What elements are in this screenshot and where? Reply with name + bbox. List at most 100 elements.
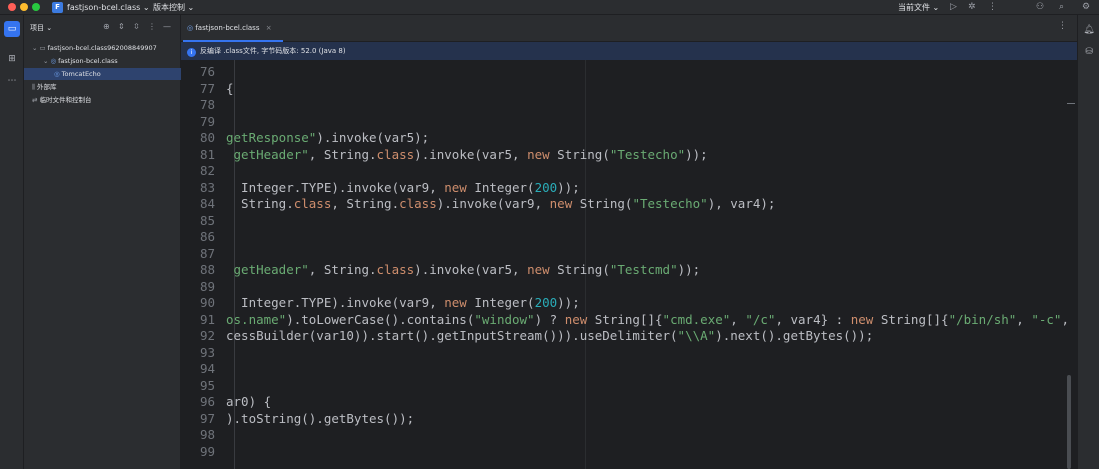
code-line[interactable]: 94 <box>181 361 1077 378</box>
line-number: 97 <box>199 410 215 426</box>
right-tool-strip: 🔔︎ ⛁ <box>1077 15 1099 469</box>
code-line[interactable]: 82 <box>181 163 1077 180</box>
code-line[interactable]: 76 <box>181 64 1077 81</box>
notifications-bell-icon[interactable]: 🔔︎ <box>1082 23 1096 37</box>
chevron-down-icon[interactable]: ⌄ <box>32 42 37 54</box>
code-line[interactable]: 88 getHeader", String.class).invoke(var5… <box>181 262 1077 279</box>
code-line[interactable]: 83 Integer.TYPE).invoke(var9, new Intege… <box>181 180 1077 197</box>
code-line[interactable]: 95 <box>181 378 1077 395</box>
code-line[interactable]: 92 cessBuilder(var10)).start().getInputSt… <box>181 328 1077 345</box>
structure-icon[interactable]: ⊞ <box>4 51 20 67</box>
line-number: 85 <box>199 212 215 228</box>
project-selector[interactable]: fastjson-bcel.class ⌄ <box>67 2 150 13</box>
search-icon[interactable]: ⌕ <box>1059 1 1064 13</box>
code-line[interactable]: 98 <box>181 427 1077 444</box>
tree-item[interactable]: ⫼ 外部库 <box>24 81 181 93</box>
code-line[interactable]: 86 <box>181 229 1077 246</box>
expand-icon[interactable]: ⇕ <box>118 22 125 31</box>
code-line[interactable]: 97 ).toString().getBytes()); <box>181 411 1077 428</box>
code-text: getResponse").invoke(var5); <box>226 130 430 145</box>
tab-options-icon[interactable]: ⋮ <box>1058 21 1067 31</box>
code-line[interactable]: 87 <box>181 246 1077 263</box>
code-line[interactable]: 81 getHeader", String.class).invoke(var5… <box>181 147 1077 164</box>
code-line[interactable]: 99 <box>181 444 1077 461</box>
code-line[interactable]: 84 String.class, String.class).invoke(va… <box>181 196 1077 213</box>
line-number: 83 <box>199 179 215 195</box>
library-icon: ⫼ <box>32 83 35 91</box>
code-text: os.name").toLowerCase().contains("window… <box>226 311 1069 327</box>
add-user-icon[interactable]: ⚇ <box>1036 1 1044 13</box>
project-panel-header[interactable]: 项目 ⌄ <box>30 23 52 33</box>
line-number: 84 <box>199 196 215 211</box>
code-text: cessBuilder(var10)).start().getInputStre… <box>226 328 874 343</box>
decompiled-notice-text: 反编译 .class文件, 字节码版本: 52.0 (Java 8) <box>200 47 346 55</box>
project-badge-icon: F <box>52 2 63 13</box>
code-line[interactable]: 80 getResponse").invoke(var5); <box>181 130 1077 147</box>
line-number: 98 <box>199 427 215 442</box>
vertical-scrollbar[interactable] <box>1067 375 1071 469</box>
line-number: 96 <box>199 394 215 409</box>
run-config-label: 当前文件 <box>898 3 930 12</box>
options-icon[interactable]: ⋮ <box>148 22 156 31</box>
run-config-selector[interactable]: 当前文件 ⌄ <box>898 2 939 13</box>
code-line[interactable]: 77 { <box>181 81 1077 98</box>
code-text: ).toString().getBytes()); <box>226 410 415 426</box>
debug-icon[interactable]: ✲ <box>968 1 976 13</box>
line-number: 91 <box>199 311 215 327</box>
hide-panel-icon[interactable]: — <box>163 22 171 31</box>
project-folder-icon[interactable]: ▭ <box>4 21 20 37</box>
collapse-icon[interactable]: ⇳ <box>133 22 140 31</box>
line-number: 77 <box>199 80 215 96</box>
code-line[interactable]: 89 <box>181 279 1077 296</box>
database-icon[interactable]: ⛁ <box>1082 45 1096 59</box>
more-actions-icon[interactable]: ⋮ <box>988 1 997 13</box>
tree-item[interactable]: ⌄ ◎ fastjson-bcel.class <box>24 55 181 67</box>
code-line[interactable]: 91 os.name").toLowerCase().contains("wind… <box>181 312 1077 329</box>
tree-item[interactable]: ⇄ 临时文件和控制台 <box>24 94 181 106</box>
tree-item-label: 临时文件和控制台 <box>39 96 92 104</box>
editor-tab-label: fastjson-bcel.class <box>195 24 260 32</box>
chevron-down-icon: ⌄ <box>142 3 150 12</box>
chevron-down-icon: ⌄ <box>932 3 940 12</box>
folder-icon: ▭ <box>39 44 46 52</box>
maximize-window-button[interactable] <box>32 3 40 11</box>
code-line[interactable]: 78 <box>181 97 1077 114</box>
line-number: 87 <box>199 245 215 261</box>
line-number: 81 <box>199 146 215 162</box>
line-number: 92 <box>199 328 215 343</box>
line-number: 76 <box>199 64 215 79</box>
code-line[interactable]: 96 ar0) { <box>181 394 1077 411</box>
run-icon[interactable]: ▷ <box>950 1 957 13</box>
code-view[interactable]: 76 77 {78 79 80 getResponse").invoke(var5); 81… <box>181 64 1077 460</box>
code-line[interactable]: 79 <box>181 114 1077 131</box>
more-tools-icon[interactable]: ⋯ <box>4 73 20 89</box>
close-tab-icon[interactable]: × <box>266 24 272 32</box>
code-text: String.class, String.class).invoke(var9,… <box>226 196 776 211</box>
tree-item[interactable]: ◎ TomcatEcho <box>24 68 181 80</box>
left-tool-strip: ▭ ⊞ ⋯ <box>0 15 24 469</box>
code-text: ar0) { <box>226 394 272 409</box>
editor-tab[interactable]: ◎ fastjson-bcel.class × <box>183 21 276 36</box>
vcs-menu[interactable]: 版本控制 ⌄ <box>153 2 194 13</box>
line-number: 99 <box>199 443 215 459</box>
code-line[interactable]: 90 Integer.TYPE).invoke(var9, new Intege… <box>181 295 1077 312</box>
line-number: 90 <box>199 295 215 310</box>
code-text: Integer.TYPE).invoke(var9, new Integer(2… <box>226 295 580 310</box>
decompiled-notice-banner: i 反编译 .class文件, 字节码版本: 52.0 (Java 8) <box>181 42 1077 60</box>
locate-icon[interactable]: ⊕ <box>103 22 110 31</box>
code-line[interactable]: 85 <box>181 213 1077 230</box>
tree-item[interactable]: ⌄ ▭ fastjson-bcel.class962008849907 <box>24 42 181 54</box>
scratch-icon: ⇄ <box>32 96 38 104</box>
code-text: getHeader", String.class).invoke(var5, n… <box>226 262 701 277</box>
code-line[interactable]: 93 <box>181 345 1077 362</box>
info-icon: i <box>187 48 196 57</box>
minimize-window-button[interactable] <box>20 3 28 11</box>
settings-gear-icon[interactable]: ⚙ <box>1082 1 1090 13</box>
tree-item-label: fastjson-bcel.class <box>58 57 118 65</box>
class-file-icon: ◎ <box>187 24 194 32</box>
tree-item-label: 外部库 <box>37 83 57 91</box>
line-number: 94 <box>199 361 215 376</box>
close-window-button[interactable] <box>8 3 16 11</box>
line-number: 88 <box>199 262 215 277</box>
chevron-down-icon[interactable]: ⌄ <box>43 55 48 67</box>
